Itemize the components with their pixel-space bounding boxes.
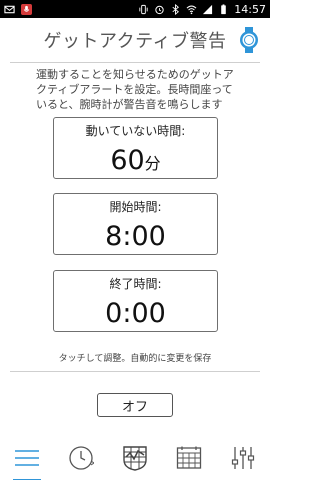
activity-icon bbox=[123, 446, 147, 471]
header-divider bbox=[10, 62, 260, 63]
inactive-time-unit: 分 bbox=[144, 154, 161, 173]
page-title: ゲットアクティブ警告 bbox=[43, 31, 227, 52]
nav-settings[interactable] bbox=[226, 441, 260, 475]
signal-icon bbox=[203, 4, 213, 14]
inactive-time-card[interactable]: 動いていない時間: 60分 bbox=[53, 117, 218, 179]
battery-icon bbox=[221, 3, 227, 14]
bottom-nav bbox=[0, 436, 270, 480]
settings-sliders-icon bbox=[231, 447, 255, 469]
vibrate-icon bbox=[139, 4, 148, 14]
status-right-icons: 14:57 bbox=[138, 3, 266, 16]
status-left-icons bbox=[4, 3, 32, 15]
nav-clock[interactable] bbox=[64, 441, 98, 475]
note-divider bbox=[10, 371, 260, 372]
inactive-time-label: 動いていない時間: bbox=[85, 124, 186, 138]
inactive-time-number: 60 bbox=[110, 145, 145, 176]
start-time-card[interactable]: 開始時間: 8:00 bbox=[53, 193, 218, 255]
calendar-icon bbox=[176, 446, 202, 469]
nav-calendar[interactable] bbox=[172, 441, 206, 475]
menu-icon bbox=[15, 450, 39, 466]
off-toggle-button[interactable]: オフ bbox=[97, 393, 173, 417]
end-time-label: 終了時間: bbox=[109, 277, 162, 291]
inactive-time-value: 60分 bbox=[54, 145, 217, 176]
auto-save-note: タッチして調整。自動的に変更を保存 bbox=[58, 354, 212, 364]
end-time-value: 0:00 bbox=[105, 298, 166, 329]
end-time-card[interactable]: 終了時間: 0:00 bbox=[53, 270, 218, 332]
status-time: 14:57 bbox=[234, 2, 266, 16]
alarm-icon bbox=[155, 5, 164, 14]
header: ゲットアクティブ警告 bbox=[0, 18, 270, 62]
wifi-icon bbox=[186, 5, 197, 14]
bluetooth-icon bbox=[172, 3, 180, 15]
nav-activity[interactable] bbox=[118, 441, 152, 475]
nav-menu[interactable] bbox=[10, 441, 44, 480]
status-bar: 14:57 bbox=[0, 0, 270, 18]
mail-icon bbox=[4, 5, 15, 13]
clock-icon bbox=[69, 446, 94, 470]
watch-icon[interactable] bbox=[238, 27, 260, 53]
description-text: 運動することを知らせるためのゲットアクティブアラートを設定。長時間座っていると、… bbox=[36, 68, 234, 111]
mic-off-icon bbox=[21, 3, 32, 15]
start-time-label: 開始時間: bbox=[109, 200, 162, 214]
start-time-value: 8:00 bbox=[105, 221, 166, 252]
